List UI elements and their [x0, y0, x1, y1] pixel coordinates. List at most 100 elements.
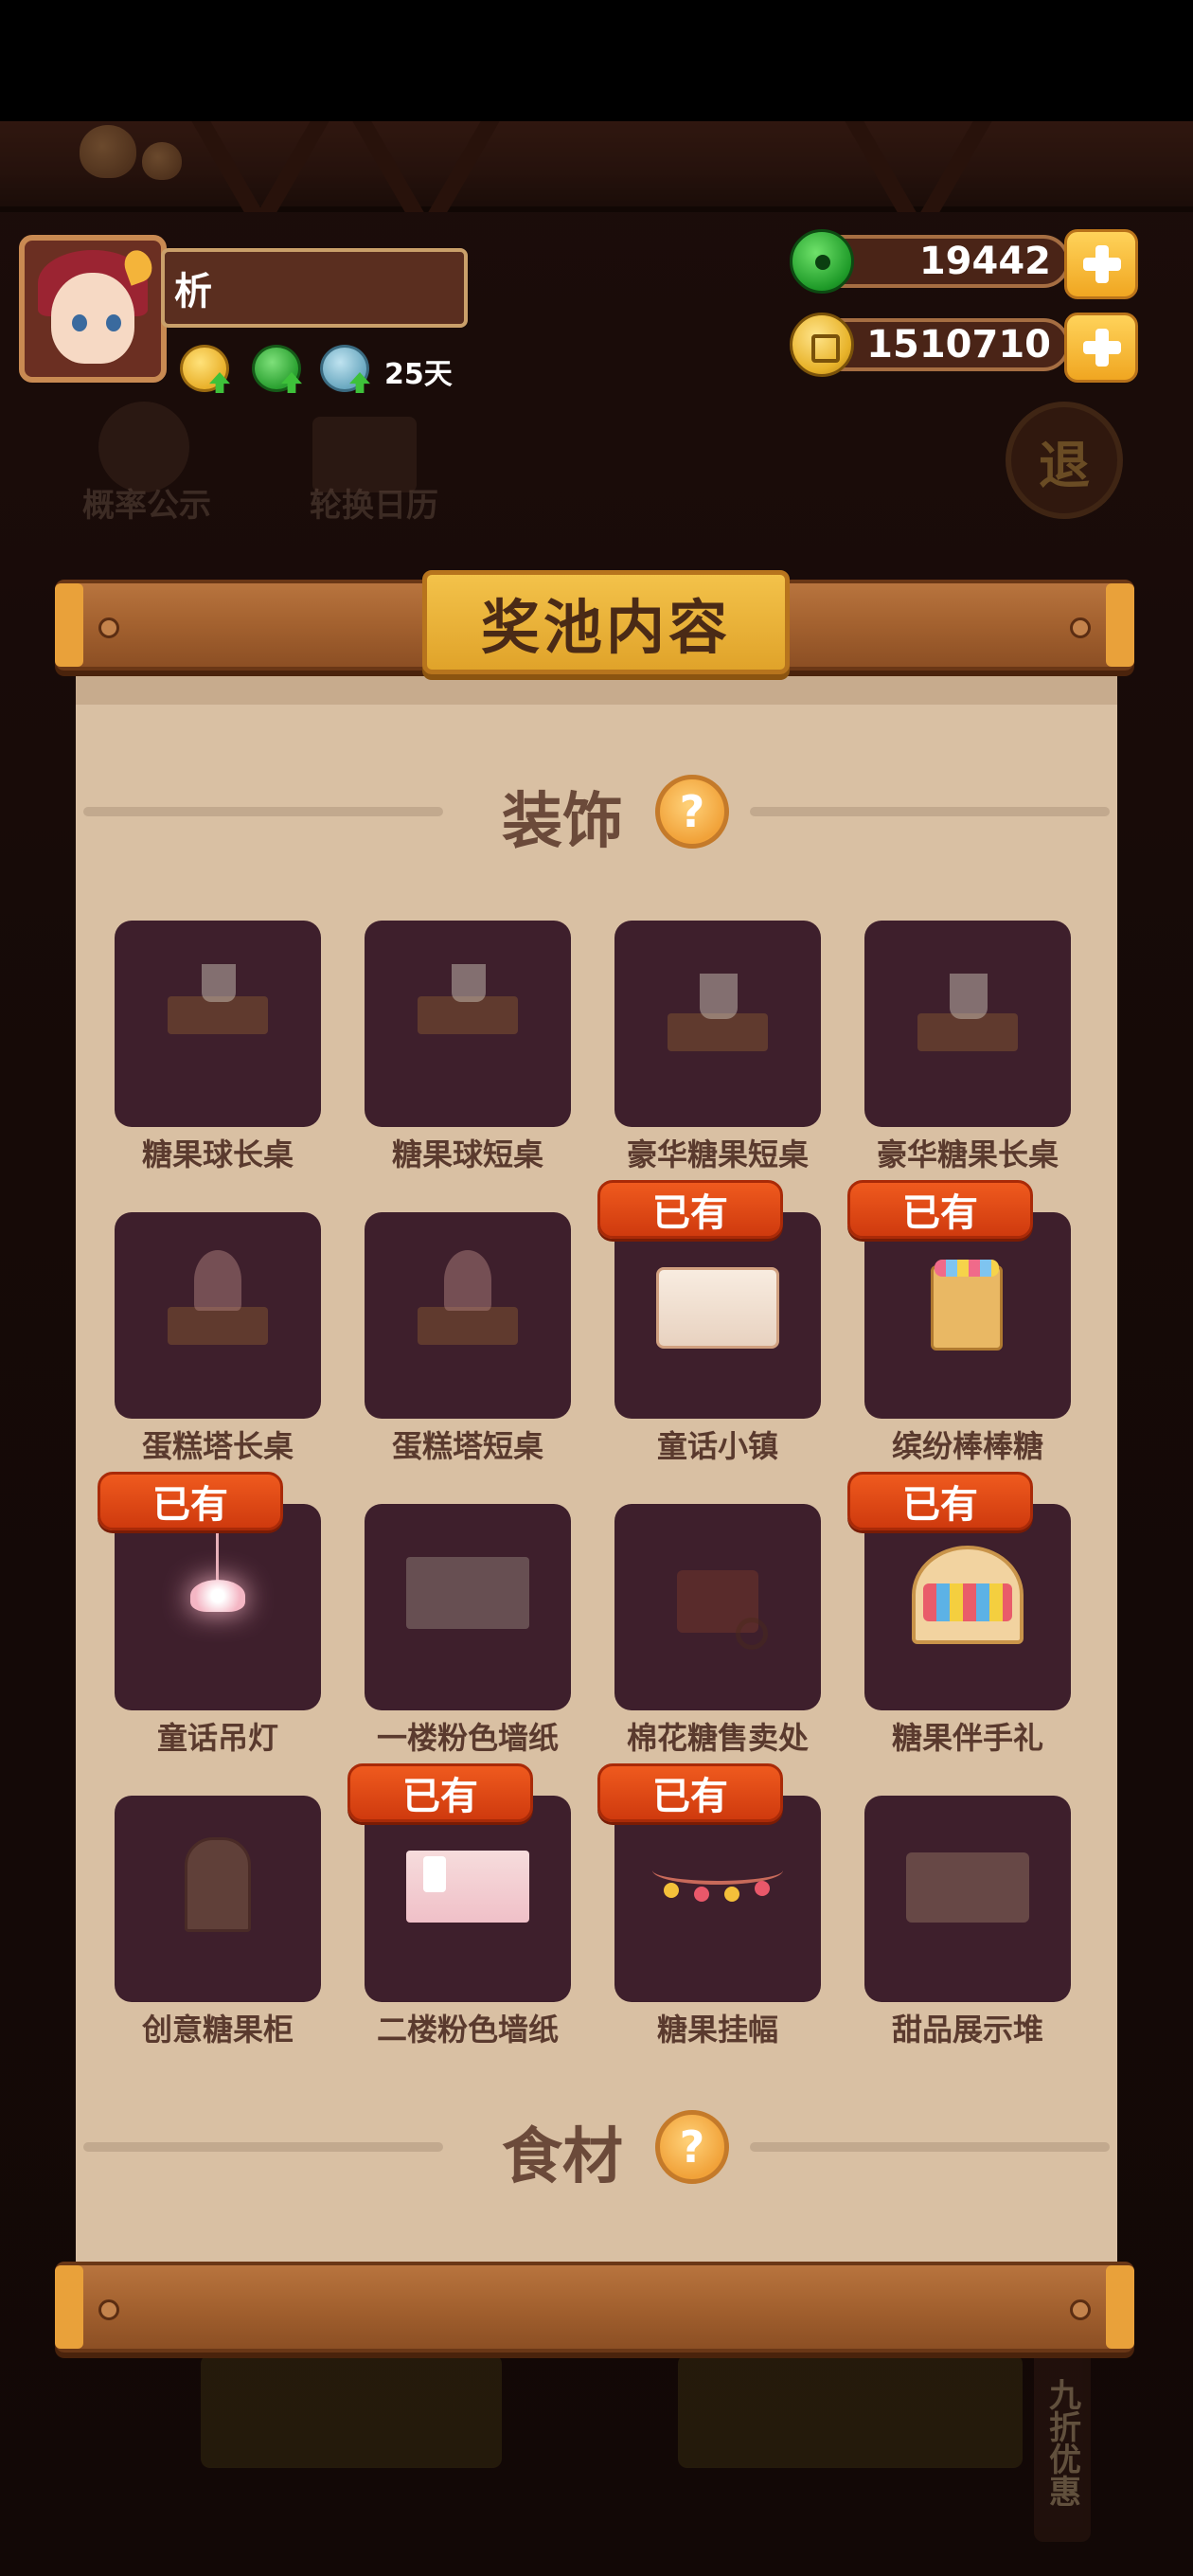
item-tile: [614, 921, 821, 1127]
prize-item[interactable]: 糖果球长桌: [115, 921, 321, 1174]
coin-amount: 1510710: [866, 323, 1051, 367]
owned-badge: 已有: [847, 1472, 1033, 1530]
garland-charm: [755, 1881, 770, 1896]
prize-item[interactable]: 已有 糖果伴手礼: [847, 1472, 1071, 1758]
item-label: 童话吊灯: [156, 1720, 278, 1756]
table-icon: [668, 1013, 768, 1051]
cup-icon: [452, 964, 486, 1002]
cake-tower-icon: [444, 1250, 491, 1311]
owned-badge: 已有: [597, 1763, 783, 1822]
section-header-food: 食材 ?: [76, 2108, 1117, 2192]
add-jade-button[interactable]: [1064, 229, 1138, 299]
item-label: 二楼粉色墙纸: [376, 2012, 559, 2048]
item-tile: [365, 1504, 571, 1710]
days-remaining: 25天: [384, 358, 453, 391]
item-tile: [115, 1504, 321, 1710]
table-icon: [418, 996, 518, 1034]
divider: [83, 807, 443, 816]
divider: [750, 807, 1110, 816]
item-tile: [864, 1504, 1071, 1710]
prize-item[interactable]: 糖果球短桌: [365, 921, 571, 1174]
chandelier-icon: [190, 1580, 245, 1612]
lollipops-icon: [935, 1260, 999, 1277]
help-icon[interactable]: ?: [655, 775, 729, 849]
prize-item[interactable]: 已有 缤纷棒棒糖: [847, 1180, 1071, 1466]
item-label: 蛋糕塔短桌: [391, 1428, 543, 1464]
cup-icon: [700, 974, 738, 1019]
bottom-plank: [55, 2262, 1134, 2352]
ingredient-boost-icon[interactable]: [320, 345, 370, 393]
help-icon[interactable]: ?: [655, 2110, 729, 2184]
modal-title: 奖池内容: [480, 593, 731, 662]
nail-icon: [1070, 2299, 1091, 2320]
prize-item[interactable]: 一楼粉色墙纸: [365, 1504, 571, 1758]
item-tile: [864, 921, 1071, 1127]
coin-boost-icon[interactable]: [180, 345, 230, 393]
table-icon: [168, 996, 268, 1034]
avatar-eye: [106, 314, 121, 331]
jade-boost-icon[interactable]: [252, 345, 302, 393]
prize-item[interactable]: 蛋糕塔长桌: [115, 1212, 321, 1466]
avatar-face: [51, 273, 134, 364]
player-name: 析: [174, 270, 212, 313]
nail-icon: [98, 2299, 119, 2320]
item-label: 豪华糖果长桌: [876, 1136, 1059, 1172]
table-icon: [418, 1307, 518, 1345]
fairy-town-icon: [656, 1267, 779, 1349]
prize-item[interactable]: 创意糖果柜: [115, 1796, 321, 2049]
item-label: 糖果球长桌: [141, 1136, 294, 1172]
owned-badge: 已有: [597, 1180, 783, 1239]
prize-item[interactable]: 已有 二楼粉色墙纸: [347, 1763, 571, 2049]
item-tile: [614, 1796, 821, 2002]
player-name-plate: 析: [161, 248, 468, 328]
wheel-icon: [736, 1618, 768, 1650]
table-icon: [917, 1013, 1018, 1051]
chandelier-cord: [216, 1532, 219, 1583]
item-tile: [864, 1212, 1071, 1419]
item-tile: [365, 1212, 571, 1419]
candy-cabinet-icon: [185, 1837, 251, 1932]
wallpaper-icon: [406, 1557, 529, 1629]
add-coin-button[interactable]: [1064, 313, 1138, 383]
table-icon: [168, 1307, 268, 1345]
item-label: 一楼粉色墙纸: [376, 1720, 559, 1756]
section-title: 食材: [502, 2122, 623, 2192]
item-tile: [115, 1796, 321, 2002]
lollipop-stand-icon: [931, 1265, 1003, 1351]
item-label: 创意糖果柜: [141, 2012, 294, 2048]
item-tile: [365, 921, 571, 1127]
item-label: 棉花糖售卖处: [626, 1720, 809, 1756]
item-label: 童话小镇: [656, 1428, 778, 1464]
item-label: 糖果球短桌: [391, 1136, 543, 1172]
shirt-icon: [423, 1856, 446, 1892]
dessert-display-icon: [906, 1852, 1029, 1923]
item-label: 甜品展示堆: [891, 2012, 1043, 2048]
cake-tower-icon: [194, 1250, 241, 1311]
item-label: 糖果挂幅: [656, 2012, 778, 2048]
prize-item[interactable]: 蛋糕塔短桌: [365, 1212, 571, 1466]
nail-icon: [98, 617, 119, 638]
prize-item[interactable]: 甜品展示堆: [864, 1796, 1071, 2049]
item-tile: [365, 1796, 571, 2002]
avatar-eye: [72, 314, 87, 331]
prize-item[interactable]: 已有 童话吊灯: [98, 1472, 321, 1758]
section-title: 装饰: [502, 787, 623, 857]
candy-items-icon: [923, 1583, 1012, 1621]
prize-item[interactable]: 棉花糖售卖处: [614, 1504, 821, 1758]
item-tile: [614, 1212, 821, 1419]
garland-charm: [664, 1883, 679, 1898]
garland-charm: [724, 1887, 739, 1902]
prize-item[interactable]: 已有 童话小镇: [597, 1180, 821, 1466]
prize-item[interactable]: 已有 糖果挂幅: [597, 1763, 821, 2049]
item-tile: [864, 1796, 1071, 2002]
cup-icon: [950, 974, 988, 1019]
prize-item[interactable]: 豪华糖果短桌: [614, 921, 821, 1174]
garland-charm: [694, 1887, 709, 1902]
item-tile: [614, 1504, 821, 1710]
cup-icon: [202, 964, 236, 1002]
divider: [750, 2142, 1110, 2152]
owned-badge: 已有: [847, 1180, 1033, 1239]
avatar[interactable]: [19, 235, 167, 383]
prize-item[interactable]: 豪华糖果长桌: [864, 921, 1071, 1174]
divider: [83, 2142, 443, 2152]
